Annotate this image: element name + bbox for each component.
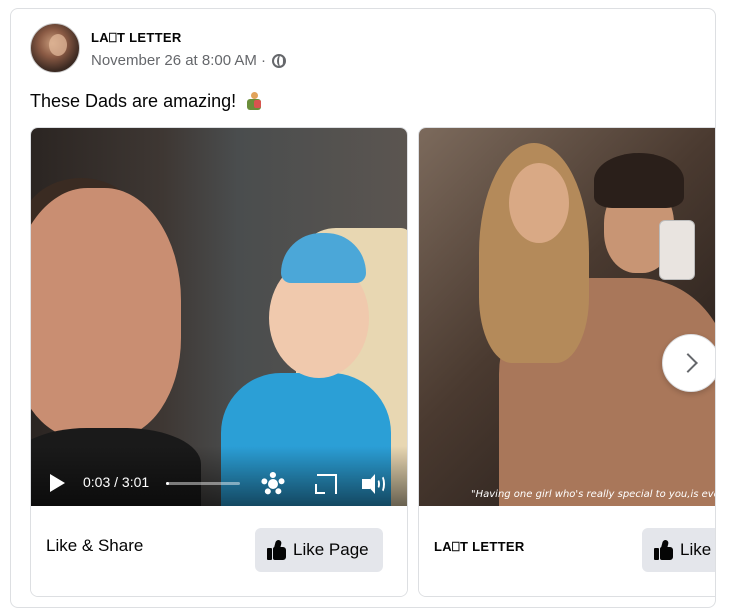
meta-separator: ·: [260, 52, 266, 69]
thumbs-up-icon: [654, 539, 674, 560]
thumbs-up-icon: [267, 539, 287, 560]
video-progress-fill: [166, 482, 169, 485]
card-footer: LA⎕T LETTER Like P: [419, 506, 715, 596]
post-timestamp[interactable]: November 26 at 8:00 AM: [91, 52, 257, 69]
carousel: 0:03 / 3:01 Like & Share Like Page "Havi…: [30, 127, 715, 597]
like-page-button[interactable]: Like Page: [255, 528, 383, 572]
video-progress-bar[interactable]: [166, 482, 240, 485]
post-text: These Dads are amazing!: [30, 91, 263, 112]
chevron-right-icon: [678, 353, 698, 373]
photo-caption: "Having one girl who's really special to…: [471, 489, 715, 500]
fullscreen-icon[interactable]: [315, 474, 337, 494]
post-text-content: These Dads are amazing!: [30, 91, 237, 111]
photo-phone: [659, 220, 695, 280]
card-footer: Like & Share Like Page: [31, 506, 407, 596]
play-icon[interactable]: [50, 474, 65, 492]
page-avatar[interactable]: [30, 23, 80, 73]
video-time: 0:03 / 3:01: [83, 474, 150, 490]
carousel-card-video: 0:03 / 3:01 Like & Share Like Page: [30, 127, 408, 597]
video-controls: 0:03 / 3:01: [31, 446, 407, 506]
carousel-next-button[interactable]: [662, 334, 715, 392]
photo-boy-hair: [594, 153, 684, 208]
post-meta: November 26 at 8:00 AM ·: [91, 52, 286, 69]
page-name[interactable]: LA⎕T LETTER: [91, 30, 182, 46]
gear-icon[interactable]: [261, 472, 285, 496]
volume-icon[interactable]: [362, 474, 386, 494]
like-page-label: Like P: [680, 540, 715, 559]
globe-icon[interactable]: [271, 53, 286, 68]
post-card: LA⎕T LETTER November 26 at 8:00 AM · The…: [10, 8, 716, 608]
man-holding-child-emoji-icon: [245, 92, 263, 110]
card-title: LA⎕T LETTER: [434, 539, 525, 554]
like-page-label: Like Page: [293, 540, 369, 559]
photo[interactable]: "Having one girl who's really special to…: [419, 128, 715, 506]
video-player[interactable]: 0:03 / 3:01: [31, 128, 407, 506]
like-page-button[interactable]: Like P: [642, 528, 715, 572]
video-frame-dad: [31, 188, 181, 438]
card-title: Like & Share: [46, 536, 144, 555]
photo-girl-face: [509, 163, 569, 243]
